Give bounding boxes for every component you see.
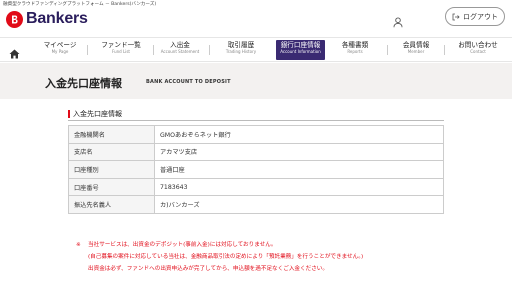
nav-item-member[interactable]: 会員情報 Member — [394, 40, 438, 60]
table-row: 振込先名義人 カ)バンカーズ — [68, 195, 444, 214]
nav-item-reports[interactable]: 各種書類 Reports — [332, 40, 378, 60]
row-value: 7183643 — [154, 177, 444, 197]
table-row: 口座種別 普通口座 — [68, 160, 444, 179]
section-accent-bar — [68, 110, 70, 118]
header-tagline: 融資型クラウドファンディングプラットフォーム － Bankers(バンカーズ) — [3, 2, 157, 7]
account-info-table: 金融機関名 GMOあおぞらネット銀行 支店名 アカマツ支店 口座種別 普通口座 … — [68, 125, 444, 214]
nav-divider — [444, 45, 445, 55]
row-label: 口座番号 — [68, 177, 155, 197]
global-nav: マイページ My Page ファンド一覧 Fund List 入出金 Accou… — [0, 37, 512, 62]
logout-button[interactable]: ログアウト — [445, 7, 505, 26]
nav-divider — [387, 45, 388, 55]
page-banner: 入金先口座情報 BANK ACCOUNT TO DEPOSIT — [0, 63, 512, 99]
notice-mark: ※ — [76, 242, 81, 248]
table-row: 金融機関名 GMOあおぞらネット銀行 — [68, 125, 444, 144]
nav-item-bank-account[interactable]: 銀行口座情報 Account Information — [276, 40, 325, 60]
row-value: GMOあおぞらネット銀行 — [154, 125, 444, 144]
nav-item-fund-list[interactable]: ファンド一覧 Fund List — [93, 40, 149, 60]
nav-divider — [153, 45, 154, 55]
page-subtitle: BANK ACCOUNT TO DEPOSIT — [146, 79, 231, 85]
table-row: 口座番号 7183643 — [68, 177, 444, 197]
row-value: アカマツ支店 — [154, 142, 444, 162]
nav-item-mypage[interactable]: マイページ My Page — [38, 40, 82, 60]
section-title: 入金先口座情報 — [73, 110, 122, 118]
logo-text: Bankers — [26, 10, 88, 27]
logout-label: ログアウト — [463, 12, 498, 21]
notice-line: (自己募集の案件に対応している当社は、金融商品取引法の定めにより「預託業務」を行… — [88, 253, 364, 260]
notice-line: 出資金は必ず、ファンドへの出資申込みが完了してから、申込額を過不足なくご入金くだ… — [88, 265, 328, 272]
notice-text: ※ 当社サービスは、出資金のデポジット(事前入金)には対応しておりません。 (自己… — [76, 240, 363, 275]
notice-line: ※ 当社サービスは、出資金のデポジット(事前入金)には対応しておりません。 — [76, 240, 363, 252]
bankers-logo[interactable]: Bankers — [6, 10, 88, 28]
user-icon[interactable] — [393, 13, 403, 28]
nav-item-deposit-withdrawal[interactable]: 入出金 Account Statement — [158, 40, 202, 60]
page-title: 入金先口座情報 — [45, 77, 122, 90]
row-label: 支店名 — [68, 142, 155, 162]
nav-divider — [209, 45, 210, 55]
bankers-logo-icon — [6, 10, 23, 28]
table-row: 支店名 アカマツ支店 — [68, 142, 444, 162]
row-value: カ)バンカーズ — [154, 195, 444, 214]
home-icon[interactable] — [9, 44, 20, 59]
row-value: 普通口座 — [154, 160, 444, 179]
nav-item-trading-history[interactable]: 取引履歴 Trading History — [215, 40, 267, 60]
row-label: 振込先名義人 — [68, 195, 155, 214]
row-label: 口座種別 — [68, 160, 155, 179]
section-header: 入金先口座情報 — [68, 108, 444, 121]
logout-icon — [452, 13, 460, 20]
row-label: 金融機関名 — [68, 125, 155, 144]
nav-divider — [87, 45, 88, 55]
nav-item-contact[interactable]: お問い合わせ Contact — [450, 40, 506, 60]
